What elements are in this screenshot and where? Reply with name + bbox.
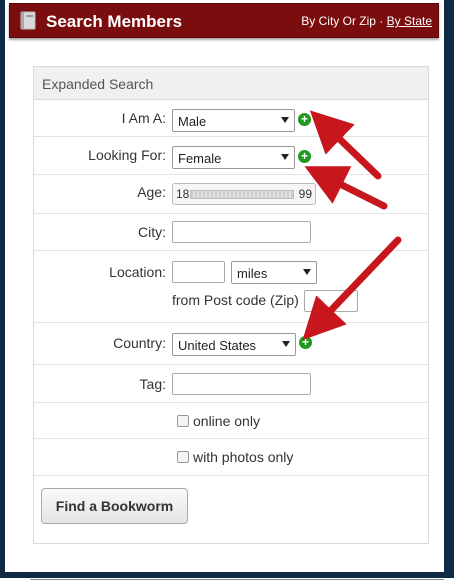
from-post-code-label: from Post code (Zip) xyxy=(172,292,299,308)
city-row: City: xyxy=(34,214,428,251)
country-row: Country: United States + xyxy=(34,323,428,365)
country-value: United States xyxy=(178,338,257,353)
age-slider-track[interactable] xyxy=(190,190,294,199)
i-am-a-value: Male xyxy=(178,114,207,129)
by-city-or-zip-link[interactable]: By City Or Zip xyxy=(301,14,376,28)
chevron-down-icon xyxy=(303,269,311,275)
i-am-a-label: I Am A: xyxy=(121,110,166,126)
header-bar: Search Members By City Or Zip · By State xyxy=(9,3,439,38)
post-code-input[interactable] xyxy=(304,290,358,312)
find-a-bookworm-button[interactable]: Find a Bookworm xyxy=(41,488,188,524)
divider xyxy=(30,579,444,580)
with-photos-only-label: with photos only xyxy=(193,449,294,465)
distance-unit-select[interactable]: miles xyxy=(231,261,317,284)
link-separator: · xyxy=(379,14,384,28)
book-icon xyxy=(20,11,36,30)
tag-input[interactable] xyxy=(172,373,311,395)
page-title: Search Members xyxy=(46,12,183,31)
age-max-value: 99 xyxy=(298,187,312,201)
city-input[interactable] xyxy=(172,221,311,243)
country-select[interactable]: United States xyxy=(172,333,296,356)
online-only-label: online only xyxy=(193,413,260,429)
looking-for-value: Female xyxy=(178,151,222,166)
city-label: City: xyxy=(138,224,166,240)
checkbox-box[interactable] xyxy=(177,451,189,463)
bottom-edge xyxy=(0,578,454,583)
online-only-row: online only xyxy=(34,403,428,439)
checkbox-box[interactable] xyxy=(177,415,189,427)
add-plus-icon[interactable]: + xyxy=(299,336,312,349)
online-only-checkbox[interactable]: online only xyxy=(177,413,260,429)
age-label: Age: xyxy=(137,184,166,200)
age-min-value: 18 xyxy=(176,187,190,201)
add-plus-icon[interactable]: + xyxy=(298,150,311,163)
by-state-link[interactable]: By State xyxy=(387,14,432,28)
location-label: Location: xyxy=(109,264,166,280)
looking-for-select[interactable]: Female xyxy=(172,146,295,169)
with-photos-only-row: with photos only xyxy=(34,439,428,476)
looking-for-row: Looking For: Female + xyxy=(34,137,428,175)
i-am-a-select[interactable]: Male xyxy=(172,109,295,132)
add-plus-icon[interactable]: + xyxy=(298,113,311,126)
country-label: Country: xyxy=(113,335,166,351)
i-am-a-row: I Am A: Male + xyxy=(34,100,428,137)
with-photos-only-checkbox[interactable]: with photos only xyxy=(177,449,293,465)
age-row: Age: 18 99 xyxy=(34,175,428,214)
age-range-slider[interactable]: 18 99 xyxy=(172,183,316,205)
submit-row: Find a Bookworm xyxy=(34,476,428,536)
section-title: Expanded Search xyxy=(34,67,428,100)
chevron-down-icon xyxy=(281,154,289,160)
location-row: Location: miles from Post code (Zip) xyxy=(34,251,428,323)
search-panel: Search Members By City Or Zip · By State… xyxy=(5,0,444,572)
chevron-down-icon xyxy=(282,341,290,347)
chevron-down-icon xyxy=(281,117,289,123)
expanded-search-form: Expanded Search I Am A: Male + Looking F… xyxy=(33,66,429,544)
header-links: By City Or Zip · By State xyxy=(301,14,432,28)
tag-row: Tag: xyxy=(34,365,428,403)
location-distance-input[interactable] xyxy=(172,261,225,283)
looking-for-label: Looking For: xyxy=(88,147,166,163)
distance-unit-value: miles xyxy=(237,266,268,281)
tag-label: Tag: xyxy=(139,376,166,392)
